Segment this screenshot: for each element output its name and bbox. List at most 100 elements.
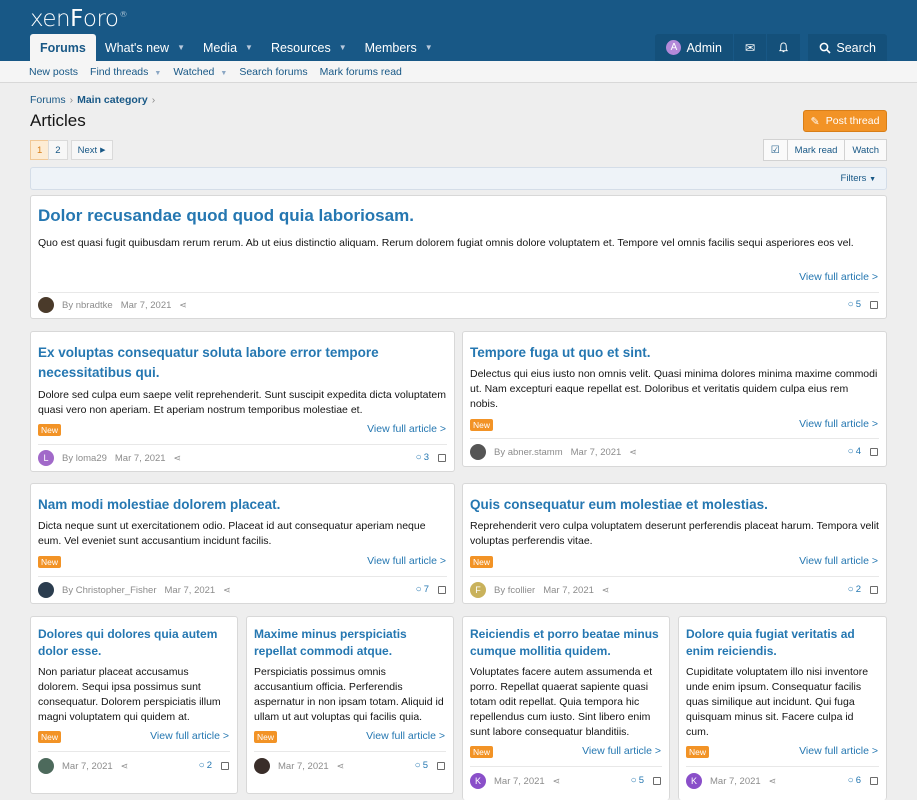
avatar[interactable]: K <box>470 773 486 789</box>
share-icon[interactable]: ⋖ <box>223 585 231 596</box>
avatar[interactable] <box>38 297 54 313</box>
inbox-button[interactable]: ✉ <box>733 34 767 61</box>
tab-whats-new[interactable]: What's new ▼ <box>96 34 194 61</box>
chevron-down-icon[interactable]: ▼ <box>339 43 347 52</box>
reply-count[interactable]: ○ 3 <box>416 452 446 463</box>
reply-count[interactable]: ○ 7 <box>416 584 446 595</box>
select-checkbox[interactable] <box>438 585 446 594</box>
comment-icon: ○ <box>414 760 421 771</box>
chevron-down-icon[interactable]: ▼ <box>154 70 161 77</box>
article-title[interactable]: Dolores qui dolores quia autem dolor ess… <box>38 626 230 660</box>
author-link[interactable]: By nbradtke <box>62 300 113 311</box>
article-card[interactable]: Dolores qui dolores quia autem dolor ess… <box>30 616 238 794</box>
article-card[interactable]: Nam modi molestiae dolorem placeat. Dict… <box>30 483 455 604</box>
tab-resources[interactable]: Resources ▼ <box>262 34 356 61</box>
post-thread-button[interactable]: ✎ Post thread <box>803 110 887 132</box>
share-icon[interactable]: ⋖ <box>602 585 610 596</box>
author-link[interactable]: By loma29 <box>62 453 107 464</box>
reply-count[interactable]: ○ 4 <box>848 446 878 457</box>
article-card[interactable]: Tempore fuga ut quo et sint. Delectus qu… <box>462 331 887 467</box>
article-title[interactable]: Nam modi molestiae dolorem placeat. <box>38 495 447 515</box>
reply-count[interactable]: ○ 2 <box>199 760 229 771</box>
filters-button[interactable]: Filters ▼ <box>841 173 876 184</box>
select-checkbox[interactable] <box>653 776 661 785</box>
view-full-article-link[interactable]: View full article > <box>367 555 446 567</box>
breadcrumb-forums[interactable]: Forums <box>30 94 66 106</box>
select-checkbox[interactable] <box>870 585 878 594</box>
chevron-down-icon[interactable]: ▼ <box>177 43 185 52</box>
article-card[interactable]: Reiciendis et porro beatae minus cumque … <box>462 616 670 800</box>
article-title[interactable]: Dolore quia fugiat veritatis ad enim rei… <box>686 626 879 660</box>
view-full-article-link[interactable]: View full article > <box>150 730 229 742</box>
search-button[interactable]: Search <box>808 34 887 61</box>
account-button[interactable]: A Admin <box>655 34 733 61</box>
share-icon[interactable]: ⋖ <box>337 761 345 772</box>
author-link[interactable]: By fcollier <box>494 585 535 596</box>
view-full-article-link[interactable]: View full article > <box>367 423 446 435</box>
share-icon[interactable]: ⋖ <box>174 453 182 464</box>
select-checkbox[interactable] <box>437 761 445 770</box>
reply-count[interactable]: ○ 6 <box>848 775 878 786</box>
share-icon[interactable]: ⋖ <box>629 447 637 458</box>
chevron-down-icon[interactable]: ▼ <box>220 70 227 77</box>
article-title[interactable]: Quis consequatur eum molestiae et molest… <box>470 495 879 515</box>
avatar[interactable] <box>38 758 54 774</box>
share-icon[interactable]: ⋖ <box>121 761 129 772</box>
tab-members[interactable]: Members ▼ <box>356 34 442 61</box>
select-checkbox[interactable] <box>870 776 878 785</box>
avatar[interactable]: L <box>38 450 54 466</box>
site-logo[interactable]: xenForo® <box>30 6 127 32</box>
select-checkbox[interactable] <box>870 300 878 309</box>
alerts-button[interactable] <box>767 34 801 61</box>
avatar[interactable]: K <box>686 773 702 789</box>
article-title[interactable]: Ex voluptas consequatur soluta labore er… <box>38 343 447 383</box>
breadcrumb-main-category[interactable]: Main category <box>77 94 148 106</box>
author-link[interactable]: By Christopher_Fisher <box>62 585 157 596</box>
avatar[interactable] <box>38 582 54 598</box>
article-card[interactable]: Quis consequatur eum molestiae et molest… <box>462 483 887 604</box>
chevron-down-icon[interactable]: ▼ <box>245 43 253 52</box>
share-icon[interactable]: ⋖ <box>179 300 187 311</box>
avatar[interactable] <box>470 444 486 460</box>
view-full-article-link[interactable]: View full article > <box>582 745 661 757</box>
page-1[interactable]: 1 <box>30 140 50 160</box>
article-card[interactable]: Ex voluptas consequatur soluta labore er… <box>30 331 455 472</box>
article-card[interactable]: Maxime minus perspiciatis repellat commo… <box>246 616 454 794</box>
select-checkbox[interactable] <box>870 447 878 456</box>
tab-forums[interactable]: Forums <box>30 34 96 61</box>
article-title[interactable]: Reiciendis et porro beatae minus cumque … <box>470 626 662 660</box>
chevron-down-icon[interactable]: ▼ <box>425 43 433 52</box>
share-icon[interactable]: ⋖ <box>553 776 561 787</box>
mark-read-button[interactable]: Mark read <box>786 139 846 161</box>
avatar[interactable] <box>254 758 270 774</box>
tab-media[interactable]: Media ▼ <box>194 34 262 61</box>
reply-count[interactable]: ○ 2 <box>848 584 878 595</box>
select-checkbox[interactable] <box>221 761 229 770</box>
subnav-watched[interactable]: Watched ▼ <box>173 66 227 78</box>
view-full-article-link[interactable]: View full article > <box>799 555 878 567</box>
view-full-article-link[interactable]: View full article > <box>799 271 878 283</box>
reply-count[interactable]: ○ 5 <box>848 299 878 310</box>
select-checkbox[interactable] <box>438 453 446 462</box>
article-title[interactable]: Tempore fuga ut quo et sint. <box>470 343 879 363</box>
view-full-article-link[interactable]: View full article > <box>799 745 878 757</box>
article-card[interactable]: Dolore quia fugiat veritatis ad enim rei… <box>678 616 887 800</box>
subnav-mark-read[interactable]: Mark forums read <box>320 66 402 78</box>
share-icon[interactable]: ⋖ <box>769 776 777 787</box>
article-title[interactable]: Dolor recusandae quod quod quia laborios… <box>38 206 414 226</box>
next-page-button[interactable]: Next ▶ <box>70 140 113 160</box>
reply-count[interactable]: ○ 5 <box>631 775 661 786</box>
view-full-article-link[interactable]: View full article > <box>366 730 445 742</box>
subnav-find-threads[interactable]: Find threads ▼ <box>90 66 161 78</box>
article-title[interactable]: Maxime minus perspiciatis repellat commo… <box>254 626 446 660</box>
reply-count[interactable]: ○ 5 <box>415 760 445 771</box>
watch-button[interactable]: Watch <box>844 139 887 161</box>
article-card[interactable]: Dolor recusandae quod quod quia laborios… <box>30 195 887 319</box>
avatar[interactable]: F <box>470 582 486 598</box>
subnav-search-forums[interactable]: Search forums <box>239 66 307 78</box>
subnav-new-posts[interactable]: New posts <box>29 66 78 78</box>
page-2[interactable]: 2 <box>48 140 68 160</box>
select-checkbox[interactable]: ☑ <box>762 139 788 161</box>
view-full-article-link[interactable]: View full article > <box>799 418 878 430</box>
author-link[interactable]: By abner.stamm <box>494 447 563 458</box>
